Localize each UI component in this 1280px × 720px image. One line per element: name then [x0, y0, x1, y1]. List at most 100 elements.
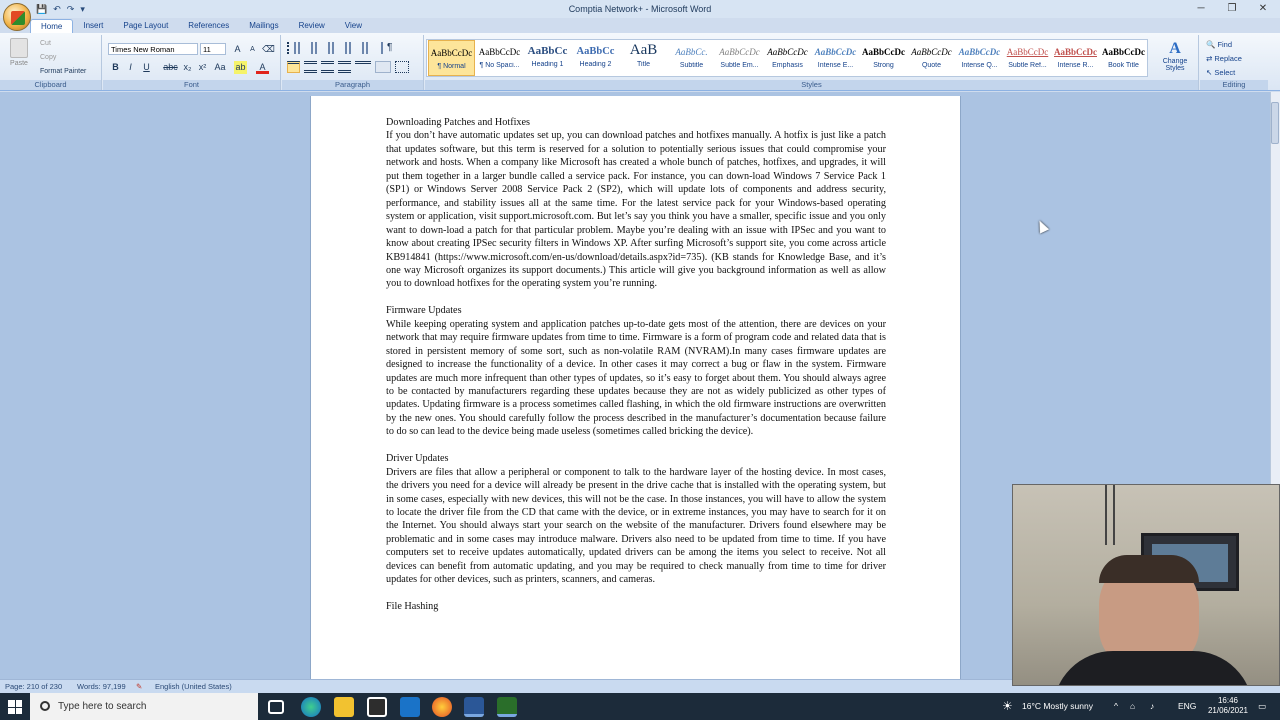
grow-font-button[interactable]: A [231, 43, 244, 56]
language-indicator[interactable]: English (United States) [155, 680, 232, 693]
style-intense-quote[interactable]: AaBbCcDc Intense Q... [956, 40, 1003, 76]
style-title[interactable]: AaB Title [620, 40, 667, 76]
sort-icon[interactable] [372, 42, 383, 54]
subscript-button[interactable]: x₂ [181, 61, 194, 74]
language-tray[interactable]: ENG [1178, 693, 1196, 720]
tab-home[interactable]: Home [30, 19, 74, 33]
paragraph-row-1: ¶ [287, 42, 419, 54]
change-styles-button[interactable]: A Change Styles [1156, 40, 1194, 72]
font-color-button[interactable]: A [256, 61, 269, 74]
scrollbar-thumb[interactable] [1271, 102, 1279, 144]
multilevel-list-icon[interactable] [321, 42, 334, 54]
style-subtle-emphasis[interactable]: AaBbCcDc Subtle Em... [716, 40, 763, 76]
replace-label: Replace [1214, 54, 1242, 63]
restore-button[interactable]: ❐ [1217, 1, 1247, 17]
replace-button[interactable]: ⇄ Replace [1206, 54, 1242, 63]
store-icon[interactable] [367, 697, 387, 717]
bullets-icon[interactable] [287, 42, 300, 54]
close-button[interactable]: ✕ [1248, 1, 1278, 17]
borders-icon[interactable] [395, 61, 409, 73]
proofing-icon[interactable]: ✎ [136, 680, 142, 693]
style-strong[interactable]: AaBbCcDc Strong [860, 40, 907, 76]
show-marks-icon[interactable]: ¶ [387, 42, 398, 54]
tab-mailings[interactable]: Mailings [239, 19, 288, 33]
style-book-title[interactable]: AaBbCcDc Book Title [1100, 40, 1147, 76]
style-name: Intense R... [1057, 62, 1094, 69]
cut-button[interactable]: Cut [40, 40, 51, 47]
shading-icon[interactable] [375, 61, 391, 73]
font-name-select[interactable]: Times New Roman [108, 43, 198, 55]
tab-page-layout[interactable]: Page Layout [113, 19, 178, 33]
start-icon[interactable] [8, 700, 22, 714]
style-heading-1[interactable]: AaBbCc Heading 1 [524, 40, 571, 76]
style-preview: AaBbCcDc [478, 47, 521, 57]
bold-button[interactable]: B [109, 61, 122, 74]
decrease-indent-icon[interactable] [338, 42, 351, 54]
font-size-select[interactable]: 11 [200, 43, 226, 55]
highlight-button[interactable]: ab [234, 61, 247, 74]
tab-view[interactable]: View [335, 19, 372, 33]
edge-icon[interactable] [301, 697, 321, 717]
shrink-font-button[interactable]: A [246, 43, 259, 56]
tab-references[interactable]: References [178, 19, 239, 33]
style-subtle-reference[interactable]: AaBbCcDc Subtle Ref... [1004, 40, 1051, 76]
format-painter-button[interactable]: Format Painter [40, 68, 86, 75]
style-no-spacing[interactable]: AaBbCcDc ¶ No Spaci... [476, 40, 523, 76]
heading-firmware: Firmware Updates [386, 305, 462, 317]
minimize-button[interactable]: ─ [1186, 1, 1216, 17]
line-spacing-icon[interactable] [355, 61, 371, 73]
style-normal[interactable]: AaBbCcDc ¶ Normal [428, 40, 475, 76]
paste-button[interactable]: Paste [6, 38, 32, 72]
word-count[interactable]: Words: 97,199 [77, 680, 126, 693]
change-case-button[interactable]: Aa [212, 61, 228, 74]
style-quote[interactable]: AaBbCcDc Quote [908, 40, 955, 76]
heading-patches: Downloading Patches and Hotfixes [386, 117, 531, 128]
notifications-icon[interactable]: ▭ [1258, 693, 1266, 720]
style-preview: AaBbCcDc [958, 47, 1001, 57]
numbering-icon[interactable] [304, 42, 317, 54]
word-taskbar-icon[interactable] [464, 697, 484, 717]
task-view-icon[interactable] [268, 700, 284, 714]
superscript-button[interactable]: x² [196, 61, 209, 74]
tray-overflow-icon[interactable]: ^ [1114, 693, 1118, 720]
align-left-icon[interactable] [287, 61, 300, 73]
align-right-icon[interactable] [321, 61, 334, 73]
tab-insert[interactable]: Insert [73, 19, 113, 33]
document-body[interactable]: Downloading Patches and Hotfixes If you … [386, 116, 886, 614]
style-subtitle[interactable]: AaBbCc. Subtitle [668, 40, 715, 76]
mail-icon[interactable] [400, 697, 420, 717]
file-explorer-icon[interactable] [334, 697, 354, 717]
page-count[interactable]: Page: 210 of 230 [5, 680, 62, 693]
clock[interactable]: 16:46 21/06/2021 [1206, 696, 1250, 716]
tab-review[interactable]: Review [289, 19, 335, 33]
volume-icon[interactable]: ♪ [1150, 693, 1154, 720]
taskbar-search[interactable]: Type here to search [30, 693, 258, 720]
underline-button[interactable]: U [140, 61, 153, 74]
network-icon[interactable]: ⌂ [1130, 693, 1135, 720]
style-name: Heading 2 [579, 61, 612, 68]
style-preview: AaBbCcDc [767, 47, 808, 57]
justify-icon[interactable] [338, 61, 351, 73]
style-intense-reference[interactable]: AaBbCcDc Intense R... [1052, 40, 1099, 76]
find-button[interactable]: 🔍 Find [1206, 40, 1232, 49]
clock-time: 16:46 [1217, 696, 1239, 705]
weather-text[interactable]: 16°C Mostly sunny [1022, 693, 1093, 720]
style-name: Strong [873, 62, 894, 69]
increase-indent-icon[interactable] [355, 42, 368, 54]
align-center-icon[interactable] [304, 61, 317, 73]
style-intense-emphasis[interactable]: AaBbCcDc Intense E... [812, 40, 859, 76]
select-button[interactable]: ↖ Select [1206, 68, 1235, 77]
strikethrough-button[interactable]: abc [162, 61, 179, 74]
weather-icon[interactable]: ☀ [1002, 693, 1013, 720]
style-emphasis[interactable]: AaBbCcDc Emphasis [764, 40, 811, 76]
paste-icon [10, 38, 28, 58]
paragraph-patches: If you don’t have automatic updates set … [386, 130, 886, 290]
clear-formatting-button[interactable]: ⌫ [262, 43, 275, 56]
firefox-icon[interactable] [432, 697, 452, 717]
style-heading-2[interactable]: AaBbCc Heading 2 [572, 40, 619, 76]
recorder-taskbar-icon[interactable] [497, 697, 517, 717]
italic-button[interactable]: I [124, 61, 137, 74]
copy-button[interactable]: Copy [40, 54, 56, 61]
style-name: Heading 1 [531, 61, 564, 68]
office-button[interactable] [3, 3, 31, 31]
